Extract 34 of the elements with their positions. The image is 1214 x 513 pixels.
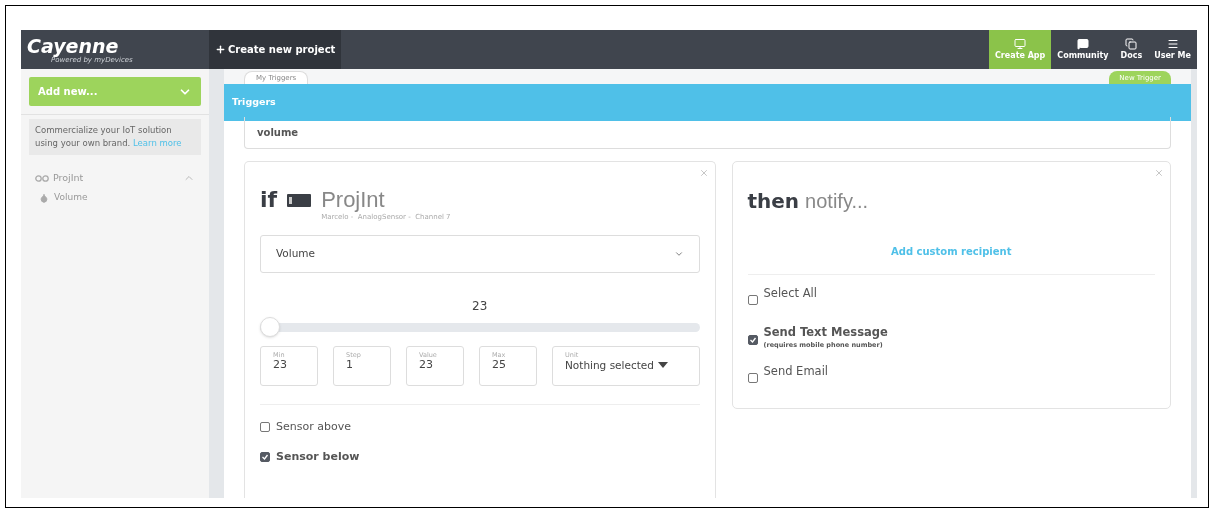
documents-icon <box>1125 37 1138 50</box>
option-label: Select All <box>763 285 817 302</box>
option-label: Sensor above <box>276 418 351 435</box>
triggers-banner: Triggers <box>224 84 1191 121</box>
if-keyword: if <box>260 188 278 212</box>
nav-item[interactable]: User Me <box>1148 30 1197 69</box>
option-label: Send Email <box>763 363 829 380</box>
caret-icon <box>657 362 668 368</box>
drop-icon <box>39 193 49 203</box>
option-label: Sensor below <box>276 449 360 465</box>
create-project-button[interactable]: Create new project <box>209 30 342 69</box>
nav-item[interactable]: Docs <box>1114 30 1149 69</box>
device-name: ProjInt <box>321 188 386 212</box>
checkbox[interactable] <box>747 295 758 305</box>
checkbox[interactable] <box>260 421 270 432</box>
option-label: Send Text Message <box>763 324 888 341</box>
plus-icon <box>215 44 226 55</box>
monitor-icon <box>1014 37 1027 50</box>
promo-text: Commercialize your IoT solution using your own brand. Learn more <box>35 124 183 150</box>
slider-value: 23 <box>471 297 489 315</box>
then-keyword: then <box>747 188 800 215</box>
nav-item[interactable]: Community <box>1051 30 1115 69</box>
slider-thumb[interactable] <box>260 316 280 337</box>
chat-icon <box>1076 37 1089 50</box>
action-name: notify... <box>805 189 869 214</box>
checkbox[interactable] <box>747 373 758 383</box>
trigger-name-field[interactable]: volume <box>244 117 1171 149</box>
device-icon <box>287 194 312 207</box>
checkbox[interactable] <box>260 452 270 463</box>
link-icon <box>35 174 49 182</box>
checkbox[interactable] <box>747 335 758 345</box>
channel-dropdown[interactable]: Volume <box>260 234 700 273</box>
logo: Cayenne <box>27 35 119 56</box>
menu-icon <box>1166 37 1179 50</box>
